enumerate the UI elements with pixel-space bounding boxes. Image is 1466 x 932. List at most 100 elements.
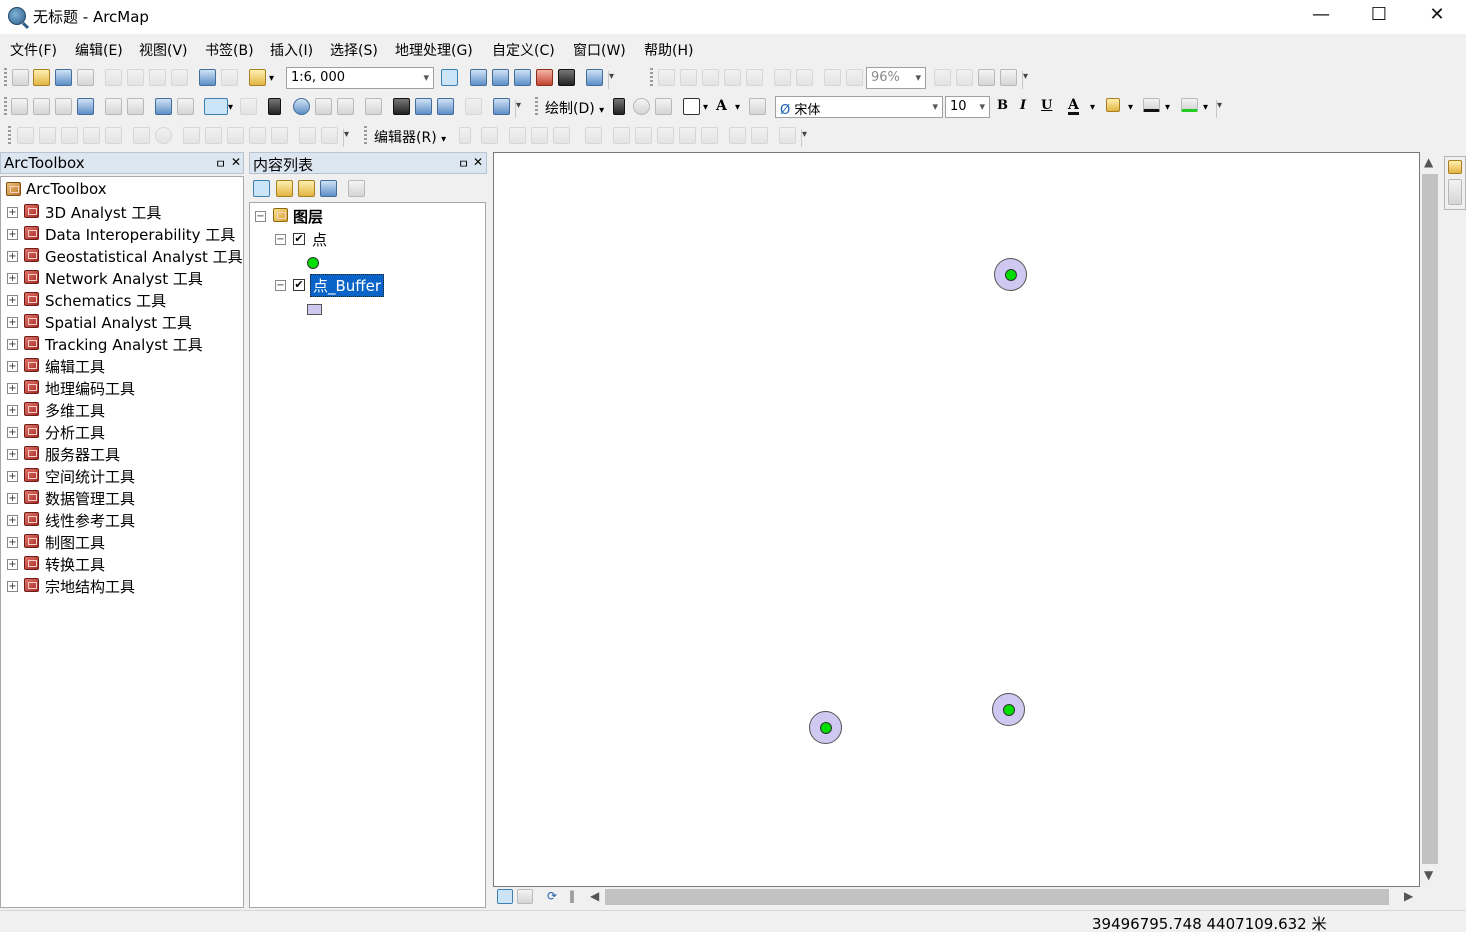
editor-menu[interactable]: 编辑器(R) ▾ [374, 127, 446, 147]
toolbar-overflow-icon[interactable]: ▾ [515, 100, 525, 118]
menu-help[interactable]: 帮助(H) [644, 40, 693, 60]
layout-zoom-out-icon[interactable] [680, 69, 697, 86]
forward-arrow-icon[interactable] [177, 98, 194, 115]
toolbox-item[interactable]: + Tracking Analyst 工具 [1, 333, 241, 355]
expand-plus-icon[interactable]: + [7, 427, 18, 438]
html-popup-icon[interactable] [337, 98, 354, 115]
expand-plus-icon[interactable]: + [7, 251, 18, 262]
layout-pan-icon[interactable] [702, 69, 719, 86]
toolbar-grip[interactable] [8, 126, 11, 146]
toc-options-icon[interactable] [348, 180, 365, 197]
find-binoculars-icon[interactable] [393, 98, 410, 115]
tree-root-arctoolbox[interactable]: ArcToolbox [1, 179, 241, 201]
straight-segment-icon[interactable] [509, 127, 526, 144]
italic-button[interactable]: I [1020, 98, 1026, 113]
vertical-scrollbar[interactable]: ▲ ▼ [1420, 152, 1440, 887]
menu-edit[interactable]: 编辑(E) [75, 40, 123, 60]
close-icon[interactable]: ✕ [473, 155, 483, 169]
expand-plus-icon[interactable]: + [7, 295, 18, 306]
point-feature[interactable] [1005, 269, 1017, 281]
point-feature[interactable] [820, 722, 832, 734]
fixed-zoom-in-icon[interactable] [774, 69, 791, 86]
expand-plus-icon[interactable]: + [7, 515, 18, 526]
line-color-icon[interactable] [1143, 98, 1160, 112]
back-arrow-icon[interactable] [155, 98, 172, 115]
pause-drawing-icon[interactable]: ‖ [569, 889, 575, 903]
text-dropdown-icon[interactable]: ▾ [735, 102, 740, 113]
new-document-icon[interactable] [12, 69, 29, 86]
expand-plus-icon[interactable]: + [7, 317, 18, 328]
catalog-window-icon[interactable] [492, 69, 509, 86]
line-color-dropdown-icon[interactable]: ▾ [1165, 102, 1170, 113]
buffer-polygon[interactable] [809, 711, 842, 744]
rectangle-tool-icon[interactable] [683, 98, 700, 115]
toggle-draft-mode-icon[interactable] [934, 69, 951, 86]
generalize-icon[interactable] [271, 127, 288, 144]
map-view[interactable] [493, 152, 1420, 887]
edit-annotation-icon[interactable] [481, 127, 498, 144]
planarize-icon[interactable] [299, 127, 316, 144]
table-of-contents-icon[interactable] [470, 69, 487, 86]
list-by-source-icon[interactable] [276, 180, 293, 197]
toolbox-item[interactable]: + 转换工具 [1, 553, 241, 575]
select-features-icon[interactable] [204, 98, 228, 115]
toolbox-item[interactable]: + 宗地结构工具 [1, 575, 241, 597]
close-button[interactable]: ✕ [1408, 0, 1466, 32]
change-layout-icon[interactable] [978, 69, 995, 86]
expand-plus-icon[interactable]: + [7, 207, 18, 218]
expand-plus-icon[interactable]: + [7, 405, 18, 416]
undo-icon[interactable] [199, 69, 216, 86]
print-icon[interactable] [77, 69, 94, 86]
arctoolbox-window-icon[interactable] [536, 69, 553, 86]
buffer-polygon[interactable] [994, 258, 1027, 291]
draw-menu[interactable]: 绘制(D) ▾ [545, 98, 604, 118]
modify-edge-icon[interactable] [39, 127, 56, 144]
validate-icon[interactable] [155, 127, 172, 144]
menu-customize[interactable]: 自定义(C) [492, 40, 555, 60]
maximize-button[interactable]: ☐ [1350, 0, 1408, 32]
toolbar-grip[interactable] [364, 126, 367, 146]
zoom-100-percent-icon[interactable] [746, 69, 763, 86]
toolbox-item[interactable]: + 地理编码工具 [1, 377, 241, 399]
save-icon[interactable] [55, 69, 72, 86]
add-data-dropdown-icon[interactable]: ▾ [269, 73, 274, 84]
data-view-icon[interactable] [497, 889, 513, 904]
topology-edit-icon[interactable] [17, 127, 34, 144]
reshape-feature-icon[interactable] [635, 127, 652, 144]
endpoint-arc-icon[interactable] [531, 127, 548, 144]
point-tool-icon[interactable] [585, 127, 602, 144]
construct-features-icon[interactable] [227, 127, 244, 144]
collapse-minus-icon[interactable]: − [275, 280, 286, 291]
pan-hand-icon[interactable] [55, 98, 72, 115]
layout-view-icon[interactable] [517, 889, 533, 904]
toolbar-grip[interactable] [4, 97, 7, 117]
fixed-zoom-out-icon[interactable] [127, 98, 144, 115]
open-folder-icon[interactable] [33, 69, 50, 86]
expand-plus-icon[interactable]: + [7, 361, 18, 372]
vertical-scroll-thumb[interactable] [1422, 174, 1438, 864]
go-forward-extent-icon[interactable] [846, 69, 863, 86]
catalog-tab-icon[interactable] [1448, 160, 1462, 174]
zoom-out-icon[interactable] [33, 98, 50, 115]
rotate-icon[interactable] [633, 98, 650, 115]
list-by-drawing-order-icon[interactable] [253, 180, 270, 197]
toolbox-item[interactable]: + 编辑工具 [1, 355, 241, 377]
select-dropdown-icon[interactable]: ▾ [228, 102, 233, 113]
add-data-icon[interactable] [249, 69, 266, 86]
toolbox-item[interactable]: + 线性参考工具 [1, 509, 241, 531]
menu-insert[interactable]: 插入(I) [270, 40, 313, 60]
redo-icon[interactable] [221, 69, 238, 86]
list-by-selection-icon[interactable] [320, 180, 337, 197]
menu-file[interactable]: 文件(F) [10, 40, 57, 60]
attributes-icon[interactable] [729, 127, 746, 144]
pin-icon[interactable]: ㅁ [458, 155, 469, 172]
hyperlink-icon[interactable] [315, 98, 332, 115]
collapse-minus-icon[interactable]: − [255, 211, 266, 222]
menu-view[interactable]: 视图(V) [139, 40, 188, 60]
fill-color-dropdown-icon[interactable]: ▾ [1128, 102, 1133, 113]
split-line-icon[interactable] [61, 127, 78, 144]
create-viewer-window-icon[interactable] [493, 98, 510, 115]
toolbox-item[interactable]: + Data Interoperability 工具 [1, 223, 241, 245]
toolbar-grip[interactable] [4, 68, 7, 88]
python-window-icon[interactable] [558, 69, 575, 86]
